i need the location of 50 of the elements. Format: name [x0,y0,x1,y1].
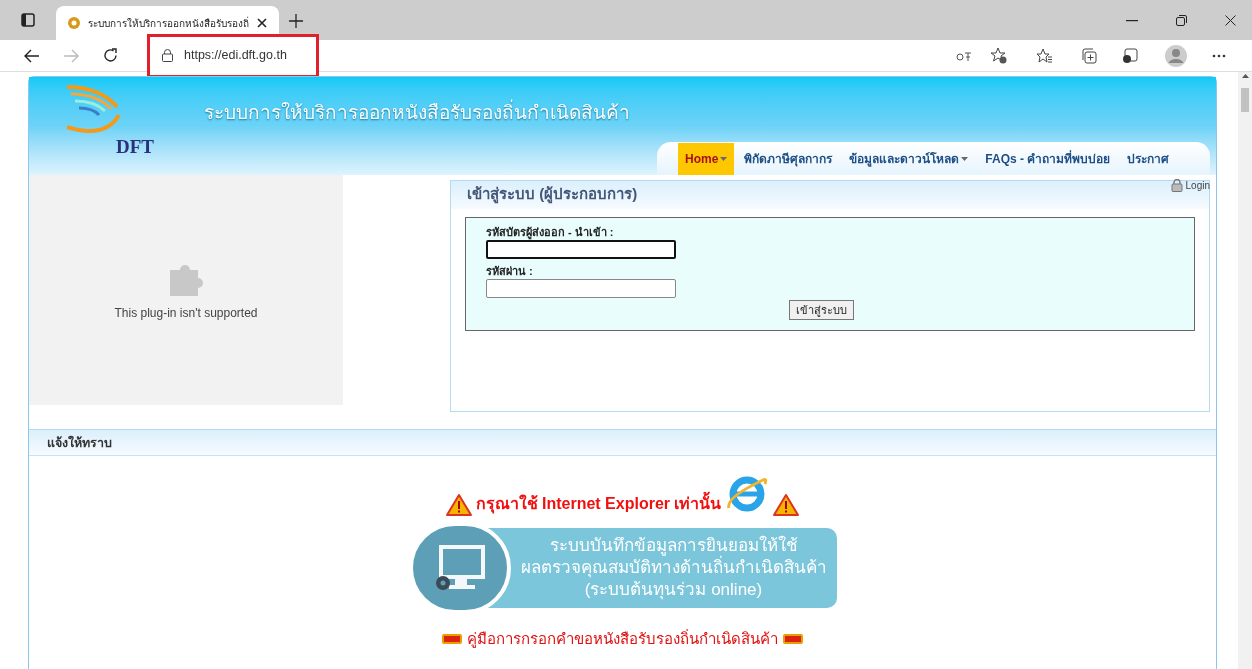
banner-text: (ระบบต้นทุนร่วม online) [584,579,763,601]
panel-title: แจ้งให้ทราบ [47,434,112,453]
refresh-icon[interactable] [103,48,118,63]
site-favicon-icon [68,17,80,29]
nav-item[interactable]: Home [678,143,735,175]
manual-link[interactable]: คู่มือการกรอกคำขอหนังสือรับรองถิ่นกำเนิดสินค้า [467,628,778,651]
input-field[interactable] [486,279,676,298]
address-bar[interactable]: https://edi.dft.go.th [147,33,319,78]
panel-title: เข้าสู่ระบบ (ผู้ประกอบการ) [467,183,638,205]
new-tab-icon[interactable] [289,14,303,28]
minimize-icon[interactable] [1126,20,1138,22]
nav-item[interactable]: FAQs - คำถามที่พบบ่อย [978,143,1118,175]
profile-avatar-icon[interactable] [1165,44,1187,67]
tab-title: ระบบการให้บริการออกหนังสือรับรองถิ่ [88,15,249,31]
tab-actions-icon[interactable] [21,13,35,27]
scrollbar[interactable] [1238,72,1252,669]
banner-text: ระบบบันทึกข้อมูลการยินยอมให้ใช้ [549,535,798,556]
warning-icon [445,494,472,516]
collections-icon[interactable] [1081,47,1097,64]
back-arrow-icon[interactable] [24,48,40,63]
nav-item[interactable]: ประกาศ [1120,143,1177,175]
caret-icon [961,157,969,161]
input-field[interactable] [486,240,676,259]
warning-icon [773,494,800,516]
plugin-message: This plug-in isn't supported [114,305,258,322]
scroll-thumb[interactable] [1241,88,1249,112]
new-badge-icon [442,634,462,645]
browser-warning: กรุณาใช้ Internet Explorer เท่านั้น [475,492,722,516]
field-label: รหัสบัตรผู้ส่งออก - นำเข้า : [486,225,615,240]
scroll-up-arrow-icon[interactable] [1241,74,1249,78]
url-text: https://edi.dft.go.th [184,47,287,65]
browser-tab[interactable]: ระบบการให้บริการออกหนังสือรับรองถิ่ [56,6,279,40]
nav-item[interactable]: ข้อมูลและดาวน์โหลด [842,143,976,175]
field-label: รหัสผ่าน : [486,264,534,279]
favorites-star-icon[interactable] [1036,47,1053,64]
site-title: ระบบการให้บริการออกหนังสือรับรองถิ่นกำเนิดสินค้า [204,99,630,128]
lock-icon [1170,178,1183,192]
banner-text: ผลตรวจคุณสมบัติทางด้านถิ่นกำเนิดสินค้า [520,557,827,579]
restore-icon[interactable] [1176,15,1187,26]
login-link[interactable]: Login [1185,177,1210,193]
add-favorite-star-icon[interactable] [990,47,1007,64]
close-icon[interactable] [257,18,267,28]
nav-item[interactable]: พิกัดภาษีศุลกากร [737,143,840,175]
logo-text: DFT [116,135,154,159]
caret-icon [720,157,728,161]
lock-icon [162,49,173,62]
login-button[interactable]: เข้าสู่ระบบ [789,300,854,320]
more-menu-icon[interactable] [1212,53,1226,58]
close-icon[interactable] [1225,15,1236,26]
new-badge-icon [783,634,803,645]
